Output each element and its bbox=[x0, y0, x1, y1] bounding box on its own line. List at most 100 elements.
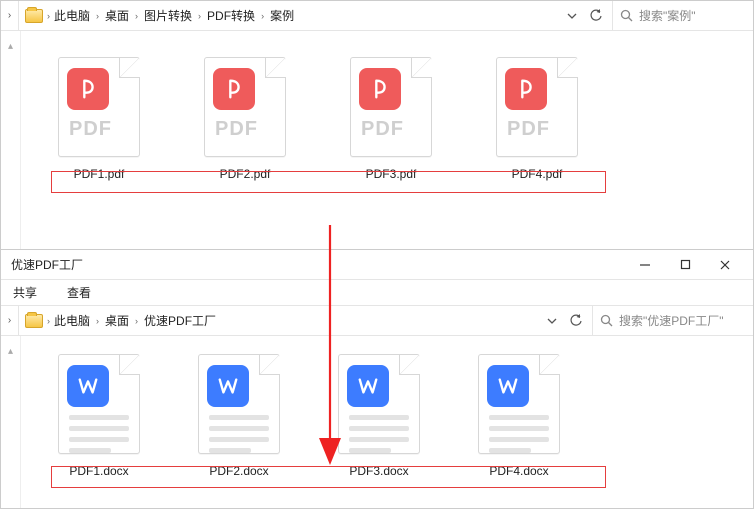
breadcrumb-item[interactable]: 优速PDF工厂 bbox=[144, 312, 216, 329]
docx-file-icon bbox=[478, 354, 560, 454]
pdf-file-icon: PDF bbox=[58, 57, 140, 157]
file-item[interactable]: PDF2.docx bbox=[191, 354, 287, 478]
file-type-label: PDF bbox=[59, 118, 139, 141]
search-input[interactable]: 搜索"优速PDF工厂" bbox=[593, 306, 753, 335]
file-name[interactable]: PDF2.docx bbox=[209, 464, 268, 478]
breadcrumb-item[interactable]: 此电脑 bbox=[54, 312, 90, 329]
file-item[interactable]: PDF3.docx bbox=[331, 354, 427, 478]
file-item[interactable]: PDF PDF4.pdf bbox=[489, 57, 585, 181]
file-grid: PDF1.docx PDF2.docx bbox=[51, 354, 753, 478]
chevron-down-icon bbox=[567, 11, 577, 21]
maximize-button[interactable] bbox=[665, 250, 705, 280]
file-name[interactable]: PDF1.pdf bbox=[74, 167, 125, 181]
file-item[interactable]: PDF4.docx bbox=[471, 354, 567, 478]
chevron-right-icon: › bbox=[135, 11, 138, 21]
pdf-file-icon: PDF bbox=[496, 57, 578, 157]
docx-file-icon bbox=[338, 354, 420, 454]
address-bar[interactable]: › 此电脑 › 桌面 › 图片转换 › PDF转换 › 案例 bbox=[19, 1, 613, 30]
search-placeholder: 搜索"案例" bbox=[639, 7, 696, 24]
folder-icon bbox=[25, 9, 43, 23]
file-item[interactable]: PDF PDF2.pdf bbox=[197, 57, 293, 181]
word-badge-icon bbox=[487, 365, 529, 407]
address-dropdown[interactable] bbox=[560, 2, 584, 30]
chevron-right-icon: › bbox=[261, 11, 264, 21]
breadcrumb: 此电脑 › 桌面 › 图片转换 › PDF转换 › 案例 bbox=[54, 7, 294, 24]
file-item[interactable]: PDF PDF1.pdf bbox=[51, 57, 147, 181]
search-icon bbox=[619, 9, 633, 23]
breadcrumb-item[interactable]: PDF转换 bbox=[207, 7, 255, 24]
word-badge-icon bbox=[347, 365, 389, 407]
menu-bar: 共享 查看 bbox=[1, 280, 753, 306]
file-pane[interactable]: PDF1.docx PDF2.docx bbox=[21, 336, 753, 508]
refresh-icon bbox=[589, 9, 603, 23]
refresh-icon bbox=[569, 314, 583, 328]
chevron-right-icon: › bbox=[198, 11, 201, 21]
breadcrumb: 此电脑 › 桌面 › 优速PDF工厂 bbox=[54, 312, 216, 329]
address-bar[interactable]: › 此电脑 › 桌面 › 优速PDF工厂 bbox=[19, 306, 593, 335]
chevron-right-icon: › bbox=[8, 315, 11, 326]
word-badge-icon bbox=[207, 365, 249, 407]
close-button[interactable] bbox=[705, 250, 745, 280]
file-pane[interactable]: PDF PDF1.pdf PDF PDF2.pdf bbox=[21, 31, 753, 249]
text-lines-icon bbox=[69, 415, 129, 453]
window-controls bbox=[625, 250, 745, 280]
explorer-window-target: 优速PDF工厂 共享 查看 › › 此电脑 › 桌面 › bbox=[0, 250, 754, 509]
file-name[interactable]: PDF3.docx bbox=[349, 464, 408, 478]
search-placeholder: 搜索"优速PDF工厂" bbox=[619, 312, 724, 329]
folder-icon bbox=[25, 314, 43, 328]
file-type-label: PDF bbox=[497, 118, 577, 141]
breadcrumb-item[interactable]: 图片转换 bbox=[144, 7, 192, 24]
text-lines-icon bbox=[489, 415, 549, 453]
text-lines-icon bbox=[209, 415, 269, 453]
file-type-label: PDF bbox=[205, 118, 285, 141]
file-name[interactable]: PDF3.pdf bbox=[366, 167, 417, 181]
chevron-right-icon: › bbox=[135, 316, 138, 326]
pdf-badge-icon bbox=[359, 68, 401, 110]
address-dropdown[interactable] bbox=[540, 307, 564, 335]
text-lines-icon bbox=[349, 415, 409, 453]
minimize-button[interactable] bbox=[625, 250, 665, 280]
chevron-up-icon: ▴ bbox=[8, 41, 13, 52]
file-name[interactable]: PDF1.docx bbox=[69, 464, 128, 478]
menu-share[interactable]: 共享 bbox=[13, 284, 37, 301]
docx-file-icon bbox=[198, 354, 280, 454]
breadcrumb-item[interactable]: 此电脑 bbox=[54, 7, 90, 24]
pdf-file-icon: PDF bbox=[204, 57, 286, 157]
address-bar-row: › › 此电脑 › 桌面 › 优速PDF工厂 bbox=[1, 306, 753, 336]
file-grid: PDF PDF1.pdf PDF PDF2.pdf bbox=[51, 57, 753, 181]
file-name[interactable]: PDF4.pdf bbox=[512, 167, 563, 181]
content-area: ▴ PDF1.docx bbox=[1, 336, 753, 508]
chevron-right-icon: › bbox=[47, 11, 50, 21]
content-area: ▴ PDF PDF1.pdf bbox=[1, 31, 753, 249]
minimize-icon bbox=[639, 259, 651, 271]
chevron-down-icon bbox=[547, 316, 557, 326]
refresh-button[interactable] bbox=[584, 2, 608, 30]
file-item[interactable]: PDF1.docx bbox=[51, 354, 147, 478]
menu-view[interactable]: 查看 bbox=[67, 284, 91, 301]
refresh-button[interactable] bbox=[564, 307, 588, 335]
window-title: 优速PDF工厂 bbox=[9, 256, 83, 273]
file-type-label: PDF bbox=[351, 118, 431, 141]
breadcrumb-item[interactable]: 桌面 bbox=[105, 312, 129, 329]
breadcrumb-item[interactable]: 案例 bbox=[270, 7, 294, 24]
breadcrumb-item[interactable]: 桌面 bbox=[105, 7, 129, 24]
pdf-file-icon: PDF bbox=[350, 57, 432, 157]
file-item[interactable]: PDF PDF3.pdf bbox=[343, 57, 439, 181]
file-name[interactable]: PDF2.pdf bbox=[220, 167, 271, 181]
nav-up-button[interactable]: › bbox=[1, 306, 19, 335]
maximize-icon bbox=[680, 259, 691, 270]
search-input[interactable]: 搜索"案例" bbox=[613, 1, 753, 30]
nav-up-button[interactable]: › bbox=[1, 1, 19, 30]
file-name[interactable]: PDF4.docx bbox=[489, 464, 548, 478]
nav-pane-collapsed[interactable]: ▴ bbox=[1, 31, 21, 249]
chevron-right-icon: › bbox=[47, 316, 50, 326]
title-bar: 优速PDF工厂 bbox=[1, 250, 753, 280]
close-icon bbox=[719, 259, 731, 271]
chevron-right-icon: › bbox=[96, 11, 99, 21]
chevron-up-icon: ▴ bbox=[8, 346, 13, 357]
docx-file-icon bbox=[58, 354, 140, 454]
chevron-right-icon: › bbox=[8, 10, 11, 21]
word-badge-icon bbox=[67, 365, 109, 407]
nav-pane-collapsed[interactable]: ▴ bbox=[1, 336, 21, 508]
address-bar-row: › › 此电脑 › 桌面 › 图片转换 › PDF转换 › 案例 bbox=[1, 1, 753, 31]
